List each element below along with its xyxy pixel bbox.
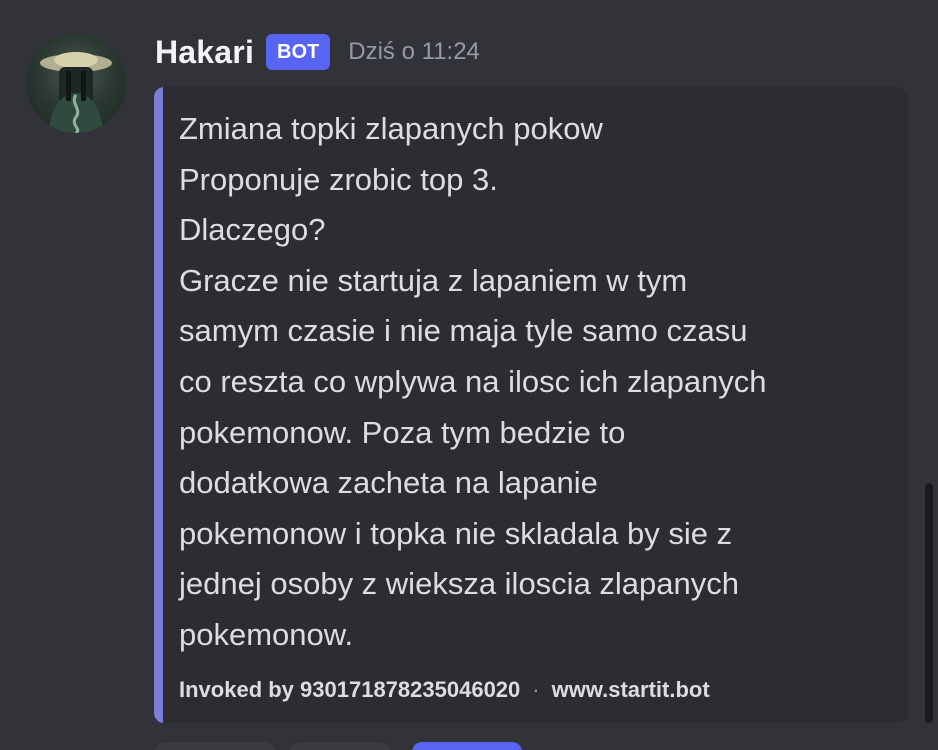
embed-line: co reszta co wplywa na ilosc ich zlapany… bbox=[179, 363, 767, 399]
embed-line: Proponuje zrobic top 3. bbox=[179, 161, 498, 197]
message-header: Hakari BOT Dziś o 11:24 bbox=[155, 30, 480, 74]
embed-line: Zmiana topki zlapanych pokow bbox=[179, 111, 603, 146]
scrollbar-thumb[interactable] bbox=[925, 483, 933, 723]
embed-footer: Invoked by 930171878235046020 · www.star… bbox=[179, 677, 710, 703]
embed: Zmiana topki zlapanych pokow Proponuje z… bbox=[154, 87, 908, 723]
timestamp: Dziś o 11:24 bbox=[348, 38, 480, 65]
reaction-chip[interactable] bbox=[290, 742, 390, 750]
chat-view: Hakari BOT Dziś o 11:24 Zmiana topki zla… bbox=[0, 0, 938, 750]
footer-site-text: www.startit.bot bbox=[551, 677, 710, 702]
bot-avatar-icon bbox=[40, 52, 112, 133]
footer-invoked-text: Invoked by 930171878235046020 bbox=[179, 677, 521, 702]
reaction-chip-active[interactable] bbox=[412, 742, 522, 750]
username[interactable]: Hakari bbox=[155, 34, 254, 71]
embed-line: pokemonow. Poza tym bedzie to bbox=[179, 414, 626, 450]
embed-line: Dlaczego? bbox=[179, 212, 326, 248]
embed-line: jednej osoby z wieksza iloscia zlapanych bbox=[179, 566, 740, 602]
avatar[interactable] bbox=[26, 33, 126, 133]
embed-description: Zmiana topki zlapanych pokow Proponuje z… bbox=[179, 104, 879, 661]
embed-line: pokemonow. bbox=[179, 616, 354, 652]
bot-badge: BOT bbox=[266, 34, 331, 70]
reaction-chip[interactable] bbox=[155, 742, 275, 750]
embed-line: pokemonow i topka nie skladala by sie z bbox=[179, 515, 733, 551]
embed-line: Gracze nie startuja z lapaniem w tym bbox=[179, 262, 688, 298]
embed-line: samym czasie i nie maja tyle samo czasu bbox=[179, 313, 748, 349]
embed-accent-bar bbox=[154, 87, 163, 723]
footer-separator: · bbox=[532, 677, 540, 702]
embed-line: dodatkowa zacheta na lapanie bbox=[179, 465, 598, 501]
